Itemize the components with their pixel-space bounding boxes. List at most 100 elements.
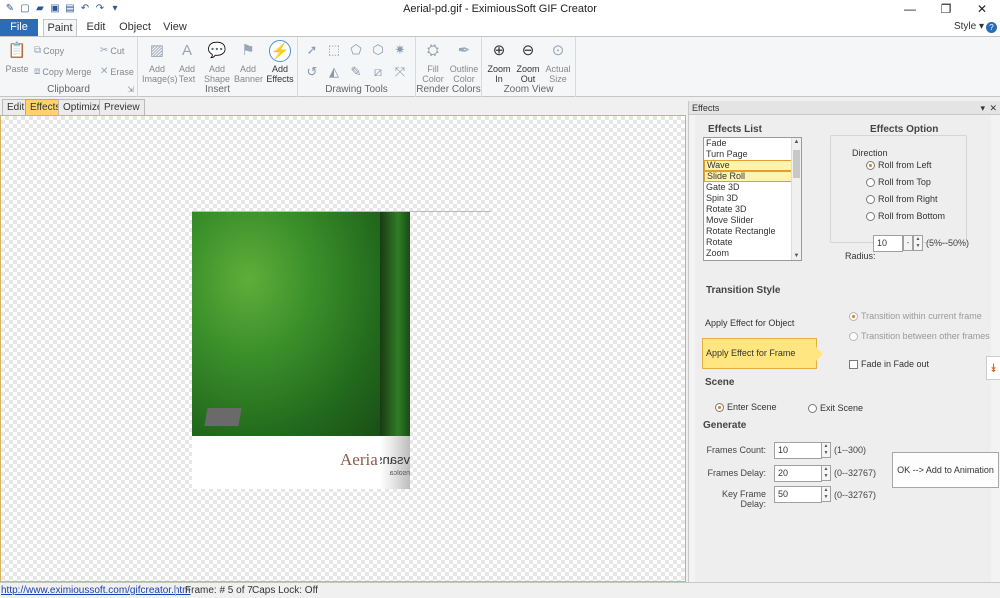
insert-group: ▨ Add Image(s) A Add Text 💬 Add Shape ⚑ … [138,37,298,97]
ribbon-panel: 📋 Paste ⧉ Copy ⧈ Copy Merge ✂ Cut ✕ Erase Cl… [0,36,1000,97]
animation-frame[interactable]: Aeria vsans nsolca [192,211,491,489]
lightning-icon: ⚡ [269,40,291,62]
outline-color-button[interactable]: ✒ Outline Color [448,40,480,84]
radius-dropdown-icon[interactable]: - [903,235,913,251]
frames-count-input[interactable]: 10 [774,442,822,459]
add-text-button[interactable]: A Add Text [176,40,198,84]
generate-title: Generate [703,420,747,431]
website-link[interactable]: http://www.eximioussoft.com/gifcreator.h… [1,583,191,598]
radius-stepper[interactable]: ▲ ▼ [913,235,923,251]
list-item[interactable]: Wave [704,160,801,171]
radio-roll-left[interactable]: Roll from Left [866,160,932,170]
canvas-tab-preview[interactable]: Preview [99,99,145,115]
cut-button[interactable]: ✂ Cut [100,45,124,56]
radio-within-frame[interactable]: Transition within current frame [849,311,982,321]
erase-icon: ✕ [100,66,109,77]
tab-paint[interactable]: Paint [43,19,77,36]
eraser-tool-icon[interactable]: ⧄ [369,63,387,81]
actual-size-button[interactable]: ⊙ Actual Size [544,40,572,84]
frames-delay-stepper[interactable]: ▲ ▼ [821,465,831,481]
add-effects-button[interactable]: ⚡ Add Effects [264,40,296,84]
list-item[interactable]: Move Slider [704,215,801,226]
list-item[interactable]: Turn Page [704,149,801,160]
add-shape-button[interactable]: 💬 Add Shape [202,40,232,84]
list-item[interactable]: Gate 3D [704,182,801,193]
list-item[interactable]: Rotate Rectangle [704,226,801,237]
erase-button[interactable]: ✕ Erase [100,66,134,77]
frame-house [204,408,242,426]
frame-brand-mirror-small: nsolca [389,470,410,477]
close-button[interactable]: ✕ [964,0,1000,19]
add-images-button[interactable]: ▨ Add Image(s) [142,40,178,84]
effects-panel-header: Effects ▾ ✕ [689,101,1000,115]
magic-select-icon[interactable]: ⬡ [369,41,387,59]
frames-delay-input[interactable]: 20 [774,465,822,482]
tab-view[interactable]: View [160,19,190,36]
actual-size-icon: ⊙ [551,42,565,59]
select-rect-icon[interactable]: ⬚ [325,41,343,59]
list-item[interactable]: Rotate 3D [704,204,801,215]
add-to-animation-button[interactable]: OK --> Add to Animation [892,452,999,488]
list-item[interactable]: Zoom [704,248,801,259]
list-item[interactable]: Fade [704,138,801,149]
dialog-launcher-icon[interactable]: ⇲ [127,85,134,94]
crop-icon[interactable]: ⤧ [391,63,409,81]
canvas-area[interactable]: Aeria vsans nsolca [0,115,686,582]
paste-icon: 📋 [7,42,27,59]
radio-exit-scene[interactable]: Exit Scene [808,403,863,413]
copy-button[interactable]: ⧉ Copy [34,45,64,56]
key-frame-delay-range: (0--32767) [834,490,877,500]
list-item[interactable]: Rotate [704,237,801,248]
magic-wand-icon[interactable]: ✷ [391,41,409,59]
zoom-out-icon: ⊖ [521,42,535,59]
radio-enter-scene[interactable]: Enter Scene [715,402,777,412]
window-title: Aerial-pd.gif - EximiousSoft GIF Creator [403,3,597,15]
panel-close-icon[interactable]: ✕ [989,101,997,115]
apply-frame-option[interactable]: Apply Effect for Frame [702,338,823,369]
zoom-in-button[interactable]: ⊕ Zoom In [486,40,512,84]
zoom-out-button[interactable]: ⊖ Zoom Out [514,40,542,84]
radio-roll-bottom[interactable]: Roll from Bottom [866,211,945,221]
scroll-down-icon[interactable]: ▼ [792,253,801,259]
tab-object[interactable]: Object [118,19,152,36]
copy-icon: ⧉ [34,45,42,56]
fill-bucket-icon[interactable]: ◭ [325,63,343,81]
key-frame-delay-input[interactable]: 50 [774,486,822,503]
radio-roll-right[interactable]: Roll from Right [866,194,938,204]
style-menu[interactable]: Style ▾ [954,21,984,32]
maximize-button[interactable]: ❐ [928,0,964,19]
frames-count-stepper[interactable]: ▲ ▼ [821,442,831,458]
panel-menu-icon[interactable]: ▾ [980,101,985,115]
fade-checkbox[interactable]: Fade in Fade out [849,359,929,369]
minimize-button[interactable]: — [892,0,928,19]
scroll-up-icon[interactable]: ▲ [792,139,801,145]
pencil-icon[interactable]: ✎ [347,63,365,81]
apply-object-option[interactable]: Apply Effect for Object [705,318,794,328]
brush-icon[interactable]: ↺ [303,63,321,81]
scene-title: Scene [705,377,735,388]
tab-edit[interactable]: Edit [80,19,112,36]
fill-color-button[interactable]: ⛭ Fill Color [419,40,447,84]
expand-panel-icon[interactable]: ⯯ [986,356,1000,380]
tab-file[interactable]: File [0,19,38,36]
key-frame-delay-stepper[interactable]: ▲ ▼ [821,486,831,502]
effects-list[interactable]: Fade Turn Page Wave Slide Roll Gate 3D S… [703,137,802,261]
add-banner-button[interactable]: ⚑ Add Banner [234,40,263,84]
scroll-thumb[interactable] [793,150,800,178]
render-colors-group: ⛭ Fill Color ✒ Outline Color Render Colo… [416,37,482,97]
select-arrow-icon[interactable]: ➚ [303,41,321,59]
paste-button[interactable]: 📋 Paste [4,40,30,74]
pen-icon: ✒ [457,42,471,59]
zoom-in-icon: ⊕ [492,42,506,59]
list-item[interactable]: Spin 3D [704,193,801,204]
help-icon[interactable]: ? [986,22,997,33]
select-poly-icon[interactable]: ⬠ [347,41,365,59]
frame-photo-slice [380,212,410,436]
list-item[interactable]: Slide Roll [704,171,801,182]
radius-label: Radius: [845,251,876,261]
radio-between-frames[interactable]: Transition between other frames [849,331,990,341]
radius-input[interactable]: 10 [873,235,903,252]
effects-list-scrollbar[interactable]: ▲ ▼ [791,138,801,260]
copy-merge-button[interactable]: ⧈ Copy Merge [34,66,91,77]
radio-roll-top[interactable]: Roll from Top [866,177,931,187]
